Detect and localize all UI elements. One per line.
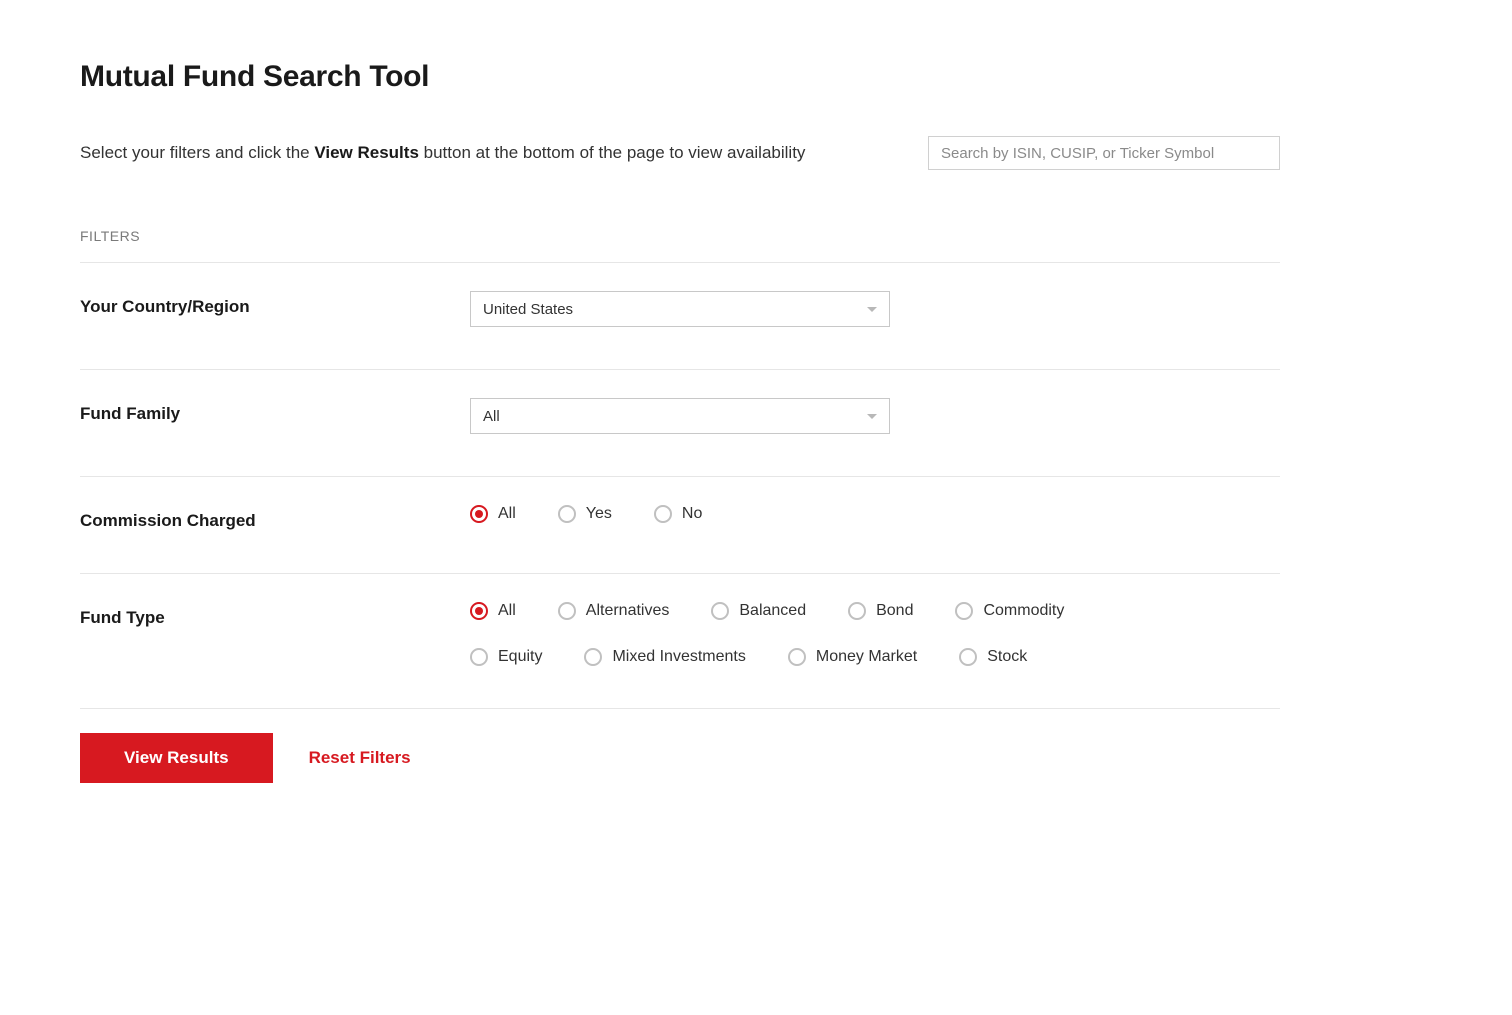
instruction-bold: View Results — [314, 143, 419, 162]
instruction-text: Select your filters and click the View R… — [80, 143, 805, 163]
radio-icon — [788, 648, 806, 666]
search-input[interactable] — [928, 136, 1280, 170]
fund-family-control: All — [470, 398, 1280, 434]
actions-row: View Results Reset Filters — [80, 708, 1280, 783]
radio-icon — [959, 648, 977, 666]
fund-type-radio-balanced[interactable]: Balanced — [711, 602, 806, 620]
chevron-down-icon — [867, 307, 877, 312]
fund-type-control: All Alternatives Balanced Bond Commodity Equi… — [470, 602, 1280, 666]
reset-filters-button[interactable]: Reset Filters — [309, 748, 411, 768]
fund-family-label: Fund Family — [80, 398, 470, 424]
radio-label: Bond — [876, 602, 913, 620]
fund-type-radio-commodity[interactable]: Commodity — [955, 602, 1064, 620]
radio-icon — [558, 505, 576, 523]
fund-type-radio-equity[interactable]: Equity — [470, 648, 542, 666]
fund-type-radio-money-market[interactable]: Money Market — [788, 648, 917, 666]
fund-type-radio-group: All Alternatives Balanced Bond Commodity Equi… — [470, 602, 1090, 666]
filter-commission-charged: Commission Charged All Yes No — [80, 476, 1280, 573]
fund-family-selected-value: All — [483, 408, 500, 425]
fund-type-radio-mixed-investments[interactable]: Mixed Investments — [584, 648, 745, 666]
filters-heading: FILTERS — [80, 228, 1280, 244]
radio-label: Stock — [987, 648, 1027, 666]
radio-label: Equity — [498, 648, 542, 666]
instruction-prefix: Select your filters and click the — [80, 143, 314, 162]
radio-icon — [654, 505, 672, 523]
filter-fund-family: Fund Family All — [80, 369, 1280, 476]
country-region-selected-value: United States — [483, 301, 573, 318]
filter-fund-type: Fund Type All Alternatives Balanced Bond Com… — [80, 573, 1280, 708]
radio-label: Commodity — [983, 602, 1064, 620]
commission-radio-all[interactable]: All — [470, 505, 516, 523]
radio-icon — [470, 602, 488, 620]
radio-icon — [584, 648, 602, 666]
country-region-select[interactable]: United States — [470, 291, 890, 327]
view-results-button[interactable]: View Results — [80, 733, 273, 783]
radio-label: Alternatives — [586, 602, 670, 620]
chevron-down-icon — [867, 414, 877, 419]
commission-radio-yes[interactable]: Yes — [558, 505, 612, 523]
fund-type-radio-bond[interactable]: Bond — [848, 602, 913, 620]
page-title: Mutual Fund Search Tool — [80, 60, 1280, 94]
commission-charged-label: Commission Charged — [80, 505, 470, 531]
fund-type-label: Fund Type — [80, 602, 470, 628]
radio-label: All — [498, 602, 516, 620]
filter-country-region: Your Country/Region United States — [80, 262, 1280, 369]
commission-radio-no[interactable]: No — [654, 505, 702, 523]
commission-radio-group: All Yes No — [470, 505, 1280, 523]
radio-icon — [848, 602, 866, 620]
radio-label: Mixed Investments — [612, 648, 745, 666]
radio-label: Balanced — [739, 602, 806, 620]
top-row: Select your filters and click the View R… — [80, 136, 1280, 170]
radio-icon — [558, 602, 576, 620]
radio-icon — [470, 505, 488, 523]
fund-type-radio-alternatives[interactable]: Alternatives — [558, 602, 670, 620]
country-region-control: United States — [470, 291, 1280, 327]
radio-label: Money Market — [816, 648, 917, 666]
radio-label: All — [498, 505, 516, 523]
country-region-label: Your Country/Region — [80, 291, 470, 317]
fund-family-select[interactable]: All — [470, 398, 890, 434]
fund-type-radio-stock[interactable]: Stock — [959, 648, 1027, 666]
radio-icon — [955, 602, 973, 620]
radio-label: No — [682, 505, 702, 523]
radio-label: Yes — [586, 505, 612, 523]
radio-icon — [470, 648, 488, 666]
radio-icon — [711, 602, 729, 620]
fund-type-radio-all[interactable]: All — [470, 602, 516, 620]
instruction-suffix: button at the bottom of the page to view… — [419, 143, 806, 162]
commission-charged-control: All Yes No — [470, 505, 1280, 523]
